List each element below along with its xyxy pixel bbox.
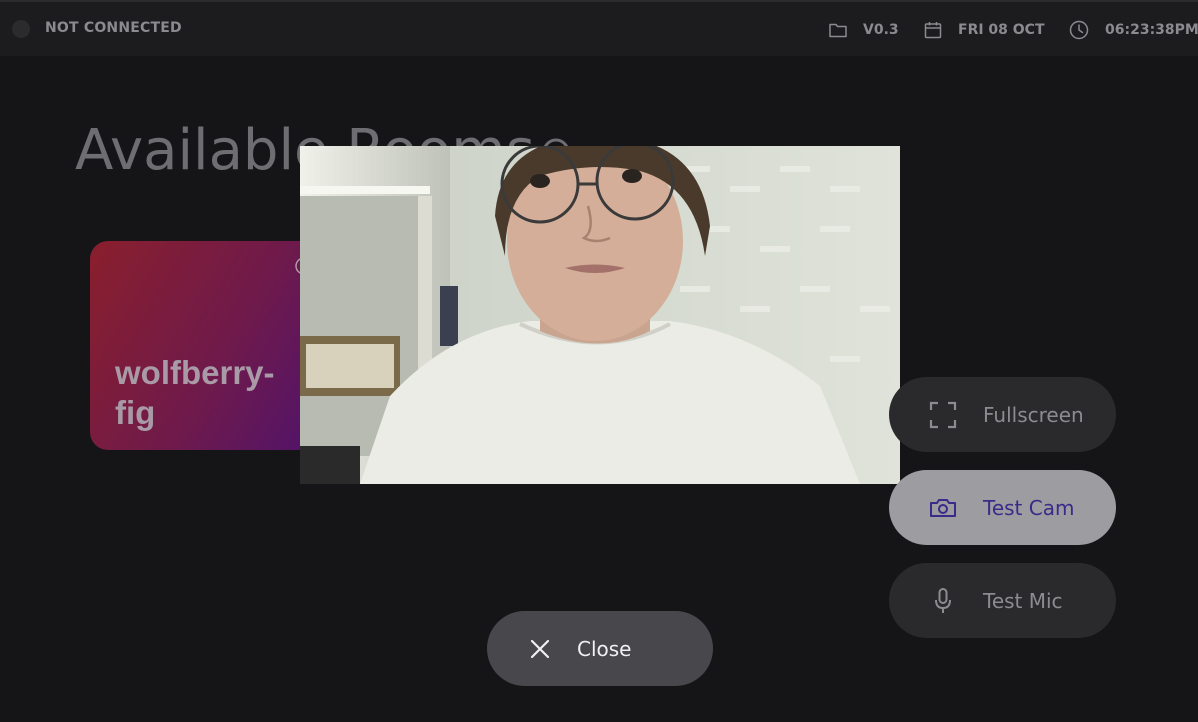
app-window: NOT CONNECTED V0.3 FRI 08 OCT 06:23:38PM [0, 0, 1198, 722]
microphone-icon [935, 587, 951, 613]
connection-status: NOT CONNECTED [45, 20, 182, 36]
close-icon [530, 639, 550, 658]
fullscreen-label: Fullscreen [983, 402, 1084, 427]
test-mic-label: Test Mic [983, 588, 1063, 613]
date-info: FRI 08 OCT [924, 18, 1045, 42]
version-info: V0.3 [829, 18, 899, 42]
test-cam-label: Test Cam [983, 495, 1075, 520]
date-label: FRI 08 OCT [958, 22, 1045, 38]
camera-preview [300, 146, 900, 484]
time-label: 06:23:38PM [1105, 22, 1198, 38]
clock-icon [1069, 20, 1089, 40]
close-label: Close [577, 636, 632, 661]
room-name: wolfberry-fig [115, 354, 275, 431]
test-cam-button[interactable]: Test Cam [889, 470, 1116, 545]
camera-icon [930, 498, 956, 517]
calendar-icon [924, 22, 942, 39]
time-info: 06:23:38PM [1069, 18, 1198, 42]
folder-icon [829, 23, 847, 38]
fullscreen-icon [929, 401, 957, 428]
camera-feed-image [300, 146, 900, 484]
fullscreen-button[interactable]: Fullscreen [889, 377, 1116, 452]
version-label: V0.3 [863, 22, 899, 38]
close-button[interactable]: Close [487, 611, 713, 686]
top-status-bar: NOT CONNECTED V0.3 FRI 08 OCT 06:23:38PM [0, 0, 1198, 56]
test-mic-button[interactable]: Test Mic [889, 563, 1116, 638]
status-dot-icon [12, 20, 30, 38]
